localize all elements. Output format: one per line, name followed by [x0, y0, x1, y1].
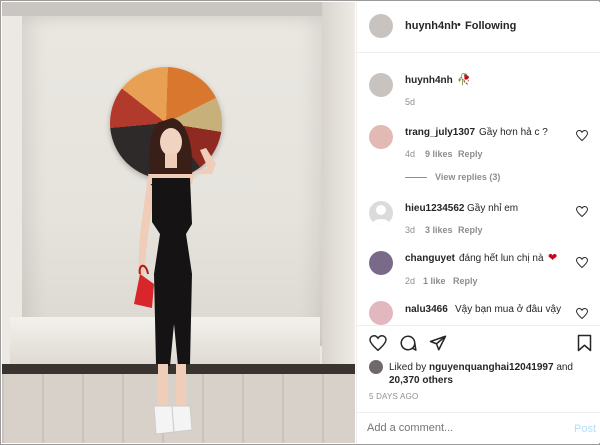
comment-text: đáng hết lun chị nà [459, 253, 544, 264]
photo-pillar [322, 2, 355, 372]
comment-reply-button[interactable]: Reply [458, 225, 483, 235]
author-username[interactable]: huynh4nh [405, 20, 458, 32]
heart-icon[interactable] [369, 335, 387, 351]
comment-emoji: ❤ [548, 252, 558, 264]
comment-like-heart-icon[interactable] [576, 257, 588, 268]
view-replies-line [405, 177, 427, 178]
likes-prefix: Liked by [389, 362, 427, 373]
comment-likes[interactable]: 9 likes [425, 149, 453, 159]
comment-like-heart-icon[interactable] [576, 308, 588, 319]
comment-username[interactable]: changuyet [405, 253, 455, 264]
caption-time[interactable]: 5d [405, 97, 415, 107]
comment-text: Gầy nhỉ em [467, 203, 519, 214]
add-comment-input[interactable] [367, 419, 557, 437]
add-comment-bar: Post [357, 412, 600, 444]
post-comment-button[interactable]: Post [574, 423, 596, 435]
instagram-post-window: huynh4nh • Following huynh4nh 🥀 5d trang… [0, 0, 600, 445]
comment-username[interactable]: nalu3466 [405, 304, 448, 315]
comment-avatar[interactable] [369, 301, 393, 325]
caption-emoji: 🥀 [457, 74, 471, 86]
likes-username[interactable]: nguyenquanghai12041997 [429, 362, 554, 373]
comment-reply-button[interactable]: Reply [453, 276, 478, 286]
comment-icon[interactable] [399, 334, 417, 352]
post-sidebar: huynh4nh • Following huynh4nh 🥀 5d trang… [356, 2, 600, 443]
comment-avatar[interactable] [369, 251, 393, 275]
post-timestamp[interactable]: 5 DAYS AGO [369, 392, 418, 401]
caption-avatar[interactable] [369, 73, 393, 97]
likes-summary: Liked by nguyenquanghai12041997 and 20,3… [389, 361, 589, 387]
author-avatar[interactable] [369, 14, 393, 38]
follow-separator: • [457, 19, 461, 31]
comment-time[interactable]: 3d [405, 225, 415, 235]
bookmark-icon[interactable] [577, 334, 592, 352]
photo-person [134, 118, 216, 435]
comment-likes[interactable]: 3 likes [425, 225, 453, 235]
likes-and: and [556, 362, 573, 373]
comments-list[interactable]: huynh4nh 🥀 5d trang_july1307 Gầy hơn hả … [357, 53, 600, 325]
comment-reply-button[interactable]: Reply [458, 149, 483, 159]
comment-time[interactable]: 4d [405, 149, 415, 159]
view-replies-button[interactable]: View replies (3) [435, 172, 500, 182]
follow-status-button[interactable]: Following [465, 20, 516, 32]
post-header: huynh4nh • Following [357, 2, 600, 53]
comment-like-heart-icon[interactable] [576, 130, 588, 141]
comment-username[interactable]: trang_july1307 [405, 127, 475, 138]
comment-text: Vậy bạn mua ở đâu vậy [455, 304, 562, 315]
comment-text: Gầy hơn hả c ? [479, 127, 548, 138]
comment-avatar[interactable] [369, 125, 393, 149]
comment-time[interactable]: 2d [405, 276, 415, 286]
comment-likes[interactable]: 1 like [423, 276, 446, 286]
default-user-icon [372, 205, 390, 225]
comment-avatar[interactable] [369, 201, 393, 225]
caption-username[interactable]: huynh4nh [405, 75, 453, 86]
comment-username[interactable]: hieu1234562 [405, 203, 465, 214]
likes-others-link[interactable]: 20,370 others [389, 375, 453, 386]
photo-wall-top [2, 2, 355, 16]
comment-like-heart-icon[interactable] [576, 206, 588, 217]
post-photo[interactable] [2, 2, 355, 443]
liker-avatar[interactable] [369, 360, 383, 374]
share-icon[interactable] [429, 334, 447, 352]
